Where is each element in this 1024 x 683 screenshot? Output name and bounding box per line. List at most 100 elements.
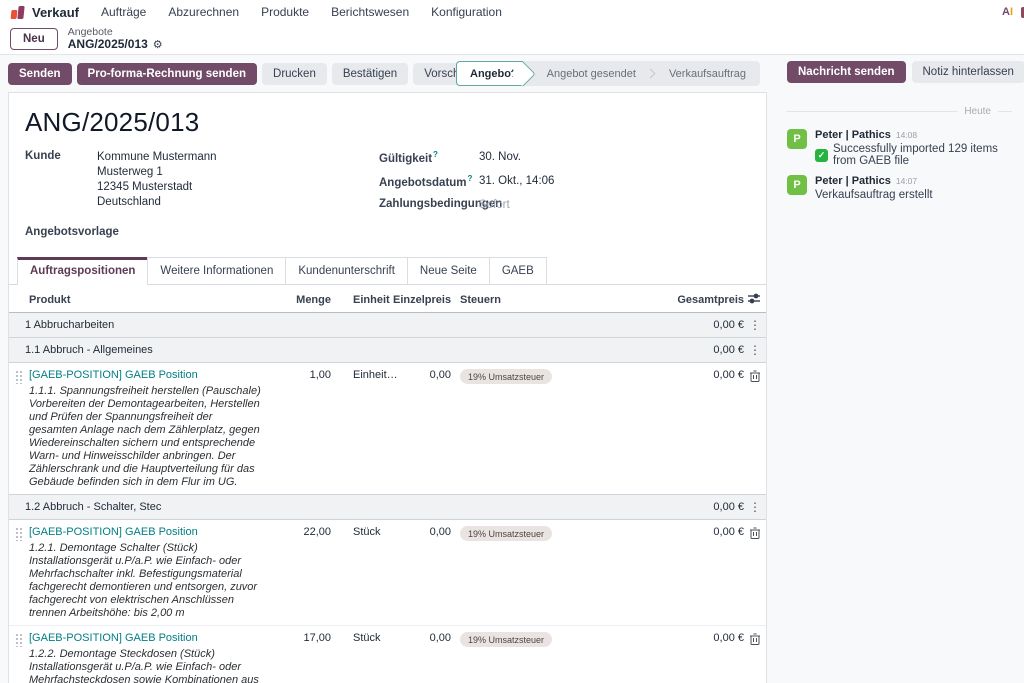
app-brand[interactable]: Verkauf: [10, 5, 79, 20]
action-bar: Senden Pro-forma-Rechnung senden Drucken…: [0, 55, 1024, 92]
drag-handle-icon[interactable]: [15, 527, 23, 541]
section-label[interactable]: 1 Abbrucharbeiten: [9, 313, 581, 338]
chatter-panel: Heute P Peter | Pathics 14:08 ✓ Successf…: [775, 92, 1024, 683]
section-total: 0,00 €: [581, 313, 744, 338]
col-menge[interactable]: Menge: [259, 285, 331, 313]
section-total: 0,00 €: [581, 338, 744, 363]
col-einheit[interactable]: Einheit: [331, 285, 393, 313]
col-produkt[interactable]: Produkt: [29, 285, 259, 313]
product-link[interactable]: [GAEB-POSITION] GAEB Position: [29, 526, 198, 538]
unit-price-cell[interactable]: 0,00: [393, 626, 451, 683]
tab-gaeb[interactable]: GAEB: [489, 257, 547, 284]
send-message-button[interactable]: Nachricht senden: [787, 61, 906, 83]
proforma-button[interactable]: Pro-forma-Rechnung senden: [77, 63, 257, 85]
tab-weitere-informationen[interactable]: Weitere Informationen: [147, 257, 286, 284]
message-time: 14:07: [896, 176, 917, 186]
tab-kundenunterschrift[interactable]: Kundenunterschrift: [285, 257, 408, 284]
kebab-menu-icon[interactable]: ⋮: [744, 501, 766, 513]
avatar: P: [787, 129, 807, 149]
odoo-logo-icon: [10, 5, 25, 19]
section-row[interactable]: 1.2 Abbruch - Schalter, Stec 0,00 € ⋮: [9, 495, 766, 520]
chatter-message[interactable]: P Peter | Pathics 14:08 ✓ Successfully i…: [775, 127, 1024, 173]
confirm-button[interactable]: Bestätigen: [332, 63, 408, 85]
tab-auftragspositionen[interactable]: Auftragspositionen: [17, 257, 148, 285]
kebab-menu-icon[interactable]: ⋮: [744, 319, 766, 331]
unit-price-cell[interactable]: 0,00: [393, 520, 451, 626]
tab-neue-seite[interactable]: Neue Seite: [407, 257, 490, 284]
kunde-field[interactable]: Kommune Mustermann Musterweg 1 12345 Mus…: [97, 150, 217, 210]
nav-item-auftraege[interactable]: Aufträge: [101, 5, 146, 19]
send-button[interactable]: Senden: [8, 63, 72, 85]
uom-cell[interactable]: Stück: [331, 520, 393, 626]
unit-price-cell[interactable]: 0,00: [393, 363, 451, 495]
nav-item-berichtswesen[interactable]: Berichtswesen: [331, 5, 409, 19]
subtotal-cell: 0,00 €: [581, 363, 744, 495]
subtotal-cell: 0,00 €: [581, 520, 744, 626]
product-description[interactable]: 1.2.1. Demontage Schalter (Stück) Instal…: [29, 542, 263, 620]
order-line-row[interactable]: [GAEB-POSITION] GAEB Position 1.2.2. Dem…: [9, 626, 766, 683]
product-description[interactable]: 1.1.1. Spannungsfreiheit herstellen (Pau…: [29, 385, 263, 489]
print-button[interactable]: Drucken: [262, 63, 327, 85]
qty-cell[interactable]: 1,00: [259, 363, 331, 495]
uom-cell[interactable]: Stück: [331, 626, 393, 683]
log-note-button[interactable]: Notiz hinterlassen: [912, 61, 1024, 83]
message-text: Successfully imported 129 items from GAE…: [833, 143, 1012, 167]
qty-cell[interactable]: 17,00: [259, 626, 331, 683]
gueltigkeit-label: Gültigkeit?: [379, 150, 479, 165]
trash-icon[interactable]: [750, 527, 760, 539]
zahlungsbedingungen-field[interactable]: Sofort: [479, 198, 510, 213]
kebab-menu-icon[interactable]: ⋮: [744, 344, 766, 356]
nav-item-abzurechnen[interactable]: Abzurechnen: [168, 5, 239, 19]
status-step-angebot[interactable]: Angebot: [456, 61, 523, 86]
page-title: ANG/2025/013: [25, 107, 766, 138]
col-einzelpreis[interactable]: Einzelpreis: [393, 285, 451, 313]
kunde-name[interactable]: Kommune Mustermann: [97, 150, 217, 165]
top-nav: Verkauf Aufträge Abzurechnen Produkte Be…: [0, 0, 1024, 24]
check-icon: ✓: [815, 149, 828, 162]
section-row[interactable]: 1 Abbrucharbeiten 0,00 € ⋮: [9, 313, 766, 338]
uom-cell[interactable]: Einheit…: [331, 363, 393, 495]
order-line-row[interactable]: [GAEB-POSITION] GAEB Position 1.1.1. Spa…: [9, 363, 766, 495]
nav-item-konfiguration[interactable]: Konfiguration: [431, 5, 502, 19]
help-icon[interactable]: ?: [468, 174, 473, 183]
new-button[interactable]: Neu: [10, 28, 58, 50]
table-header-row: Produkt Menge Einheit Einzelpreis Steuer…: [9, 285, 766, 313]
qty-cell[interactable]: 22,00: [259, 520, 331, 626]
optional-columns-icon[interactable]: [744, 285, 766, 313]
gear-icon[interactable]: ⚙: [153, 39, 163, 52]
kunde-street: Musterweg 1: [97, 165, 217, 180]
section-label[interactable]: 1.2 Abbruch - Schalter, Stec: [9, 495, 581, 520]
drag-handle-icon[interactable]: [15, 370, 23, 384]
product-link[interactable]: [GAEB-POSITION] GAEB Position: [29, 632, 198, 644]
ai-badge[interactable]: AI: [1002, 6, 1013, 18]
status-step-angebot-gesendet[interactable]: Angebot gesendet: [523, 61, 650, 86]
trash-icon[interactable]: [750, 633, 760, 645]
product-link[interactable]: [GAEB-POSITION] GAEB Position: [29, 369, 198, 381]
tax-badge[interactable]: 19% Umsatzsteuer: [460, 632, 552, 647]
section-label[interactable]: 1.1 Abbruch - Allgemeines: [9, 338, 581, 363]
notebook-tabs: Auftragspositionen Weitere Informationen…: [9, 257, 766, 285]
order-line-row[interactable]: [GAEB-POSITION] GAEB Position 1.2.1. Dem…: [9, 520, 766, 626]
app-name: Verkauf: [32, 5, 79, 20]
help-icon[interactable]: ?: [433, 150, 438, 159]
status-step-verkaufsauftrag[interactable]: Verkaufsauftrag: [655, 61, 760, 86]
tax-badge[interactable]: 19% Umsatzsteuer: [460, 526, 552, 541]
message-text: Verkaufsauftrag erstellt: [815, 189, 933, 201]
nav-item-produkte[interactable]: Produkte: [261, 5, 309, 19]
date-divider-label: Heute: [957, 106, 998, 117]
angebotsdatum-field[interactable]: 31. Okt., 14:06: [479, 174, 554, 189]
message-author[interactable]: Peter | Pathics: [815, 129, 891, 141]
col-steuern[interactable]: Steuern: [451, 285, 581, 313]
product-description[interactable]: 1.2.2. Demontage Steckdosen (Stück) Inst…: [29, 648, 263, 683]
chatter-message[interactable]: P Peter | Pathics 14:07 Verkaufsauftrag …: [775, 173, 1024, 207]
trash-icon[interactable]: [750, 370, 760, 382]
gueltigkeit-field[interactable]: 30. Nov.: [479, 150, 521, 165]
message-author[interactable]: Peter | Pathics: [815, 175, 891, 187]
breadcrumb: Angebote ANG/2025/013 ⚙: [68, 26, 163, 52]
tax-badge[interactable]: 19% Umsatzsteuer: [460, 369, 552, 384]
drag-handle-icon[interactable]: [15, 633, 23, 647]
section-row[interactable]: 1.1 Abbruch - Allgemeines 0,00 € ⋮: [9, 338, 766, 363]
date-divider: Heute: [787, 106, 1012, 117]
angebotsvorlage-label: Angebotsvorlage: [25, 226, 97, 238]
col-gesamtpreis[interactable]: Gesamtpreis: [581, 285, 744, 313]
